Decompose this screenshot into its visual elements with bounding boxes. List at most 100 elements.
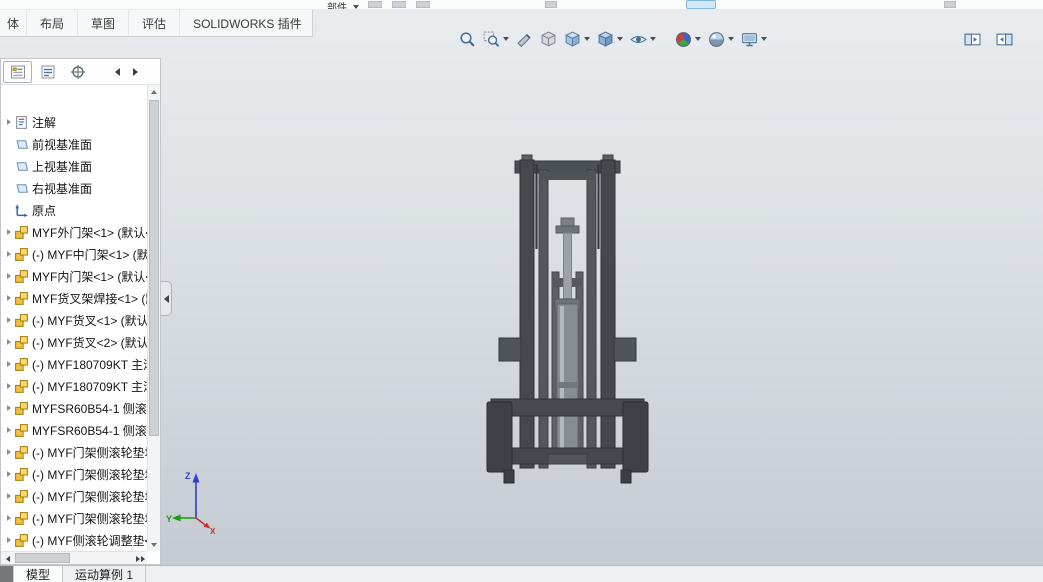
dropdown-caret-icon[interactable] [617, 37, 623, 41]
tree-item[interactable]: 注解 [1, 111, 147, 133]
expander-icon[interactable] [4, 419, 14, 441]
ribbon-tab[interactable]: 评估 [129, 10, 181, 36]
tree-item[interactable]: (-) MYF中门架<1> (默认 [1, 243, 147, 265]
expander-icon[interactable] [4, 265, 14, 287]
triad-x-label: X [210, 527, 216, 534]
tree-item[interactable]: MYF内门架<1> (默认<< [1, 265, 147, 287]
hide-show-items-button[interactable] [627, 29, 659, 50]
tree-item[interactable]: (-) MYF门架侧滚轮垫块< [1, 507, 147, 529]
display-style-button[interactable] [594, 29, 626, 50]
tree-item[interactable]: 上视基准面 [1, 155, 147, 177]
tree-item[interactable]: (-) MYF货叉<1> (默认< [1, 309, 147, 331]
tree-item[interactable]: (-) MYF侧滚轮调整垫<1: [1, 529, 147, 551]
tree-item[interactable]: (-) MYF180709KT 主滚轮 [1, 375, 147, 397]
expander-icon[interactable] [4, 485, 14, 507]
orientation-triad: Z Y X [166, 471, 216, 534]
tree-item-label: (-) MYF180709KT 主滚轮 [32, 357, 147, 372]
dropdown-caret-icon[interactable] [728, 37, 734, 41]
component-icon [14, 357, 29, 372]
configuration-manager-tab[interactable] [63, 61, 92, 83]
viewport-toggle-buttons [960, 30, 1016, 49]
view-orientation-button[interactable] [561, 29, 593, 50]
scroll-left-button[interactable] [1, 552, 15, 565]
task-pane-toggle-button[interactable] [992, 30, 1016, 49]
model-forklift-mast[interactable] [478, 154, 653, 488]
expander-icon[interactable] [4, 221, 14, 243]
horizontal-scroll-thumb[interactable] [15, 553, 70, 563]
statusbar-tab[interactable]: 模型 [13, 566, 64, 582]
ribbon-tab[interactable]: 体 [0, 10, 28, 36]
component-icon [14, 379, 29, 394]
expander-icon[interactable] [4, 243, 14, 265]
expander-icon[interactable] [4, 507, 14, 529]
feature-manager-tree-tab[interactable] [3, 60, 32, 83]
expander-icon[interactable] [4, 111, 14, 133]
xray-view-button[interactable] [537, 29, 560, 50]
display-pane-toggle-icon [964, 32, 981, 47]
tree-item[interactable]: 前视基准面 [1, 133, 147, 155]
component-icon [14, 313, 29, 328]
tree-item[interactable]: 原点 [1, 199, 147, 221]
ribbon-tab[interactable]: 布局 [27, 10, 79, 36]
expander-icon[interactable] [4, 463, 14, 485]
headsup-toolbar [456, 25, 771, 53]
edit-appearance-button[interactable] [672, 29, 704, 50]
expander-icon[interactable] [4, 375, 14, 397]
tree-vertical-scrollbar[interactable] [147, 85, 160, 551]
expander-icon[interactable] [4, 441, 14, 463]
tree-item[interactable]: MYF外门架<1> (默认<< [1, 221, 147, 243]
ribbon-overflow-label: 部件 [327, 3, 347, 10]
dropdown-caret-icon[interactable] [761, 37, 767, 41]
scroll-right-button[interactable] [133, 552, 147, 565]
statusbar-tab[interactable]: 运动算例 1 [63, 566, 147, 582]
zoom-to-area-button[interactable] [480, 29, 512, 50]
dropdown-caret-icon[interactable] [650, 37, 656, 41]
property-manager-tab[interactable] [33, 61, 62, 83]
statusbar-tabs: 模型 运动算例 1 [13, 566, 147, 582]
component-icon [14, 467, 29, 482]
dropdown-caret-icon[interactable] [695, 37, 701, 41]
apply-scene-icon [708, 31, 725, 48]
panel-collapse-handle[interactable] [161, 281, 172, 316]
tree-item[interactable]: (-) MYF门架侧滚轮垫块< [1, 485, 147, 507]
expander-icon[interactable] [4, 309, 14, 331]
display-pane-toggle-button[interactable] [960, 30, 984, 49]
tree-item[interactable]: MYF货叉架焊接<1> (默 [1, 287, 147, 309]
panel-scroll-left-button[interactable] [110, 64, 124, 80]
ribbon-overflow-item[interactable]: 部件 [327, 0, 359, 10]
tree-item[interactable]: 右视基准面 [1, 177, 147, 199]
dropdown-caret-icon[interactable] [503, 37, 509, 41]
apply-scene-button[interactable] [705, 29, 737, 50]
view-settings-button[interactable] [738, 29, 770, 50]
expander-icon[interactable] [4, 397, 14, 419]
expander-icon[interactable] [4, 287, 14, 309]
vertical-scroll-thumb[interactable] [149, 100, 159, 436]
display-style-icon [597, 30, 614, 48]
tree-item[interactable]: (-) MYF门架侧滚轮垫块< [1, 441, 147, 463]
ribbon-fragment [368, 1, 382, 8]
expander-icon[interactable] [4, 331, 14, 353]
expander-icon[interactable] [4, 529, 14, 551]
tree-item[interactable]: MYFSR60B54-1 侧滚轮 [1, 397, 147, 419]
scroll-right-icon [140, 555, 145, 562]
dropdown-caret-icon[interactable] [584, 37, 590, 41]
tree-item[interactable]: (-) MYF货叉<2> (默认< [1, 331, 147, 353]
tree-item[interactable]: (-) MYF180709KT 主滚轮 [1, 353, 147, 375]
scroll-down-button[interactable] [148, 538, 160, 551]
ribbon-tab[interactable]: SOLIDWORKS 插件 [180, 10, 316, 36]
status-bar: 模型 运动算例 1 [0, 565, 1043, 582]
scroll-up-button[interactable] [148, 85, 160, 98]
ribbon-fragment [392, 1, 406, 8]
ribbon-overflow-strip: 部件 [0, 0, 1043, 10]
section-view-button[interactable] [513, 29, 536, 50]
ribbon-highlighted-button[interactable] [686, 0, 716, 9]
expander-icon[interactable] [4, 353, 14, 375]
tree-horizontal-scrollbar[interactable] [1, 551, 147, 564]
tree-item[interactable]: MYFSR60B54-1 侧滚轮 [1, 419, 147, 441]
tree-item[interactable]: (-) MYF门架侧滚轮垫块< [1, 463, 147, 485]
zoom-fit-button[interactable] [456, 29, 479, 50]
ribbon-tab[interactable]: 草图 [78, 10, 130, 36]
panel-scroll-right-button[interactable] [128, 64, 142, 80]
